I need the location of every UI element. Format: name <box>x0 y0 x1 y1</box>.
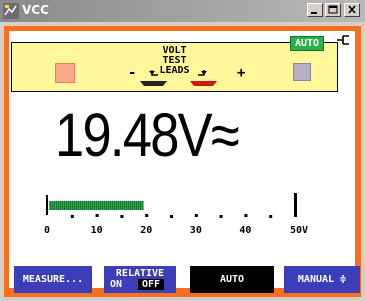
bar-fill-stripe <box>96 201 97 210</box>
bar-fill-stripe <box>80 201 81 210</box>
bar-fill-stripe <box>100 201 101 210</box>
bar-fill-stripe <box>114 201 115 210</box>
window-title: VCC <box>22 3 49 17</box>
relative-on-label: ON <box>110 279 123 290</box>
scale-label: 20 <box>140 225 153 236</box>
bar-fill-stripe <box>116 201 117 210</box>
reading-unit: V <box>177 101 213 169</box>
bar-fill-stripe <box>92 201 93 210</box>
maximize-button[interactable] <box>325 3 341 17</box>
softkey-bar: MEASURE... RELATIVE ON OFF AUTO MANUAL ≑ <box>14 266 360 293</box>
meter-display: VOLT TEST LEADS - + AUTO 19.48V≈ 0 10 20… <box>9 31 360 293</box>
scale-label: 10 <box>90 225 103 236</box>
bar-fill-stripe <box>64 201 65 210</box>
bar-fill-stripe <box>126 201 127 210</box>
bar-fill-stripe <box>122 201 123 210</box>
bar-fill-stripe <box>86 201 87 210</box>
bar-graph: 0 10 20 30 40 50V <box>43 191 323 236</box>
bar-fill-stripe <box>56 201 57 210</box>
relative-button[interactable]: RELATIVE ON OFF <box>104 266 176 293</box>
bar-fill-stripe <box>110 201 111 210</box>
bar-tick <box>170 215 173 218</box>
voltage-reading: 19.48V≈ <box>55 105 240 166</box>
ac-dc-symbol: ≈ <box>210 101 240 169</box>
bar-fill-stripe <box>98 201 99 210</box>
lead-arrows-icon <box>140 70 217 86</box>
bar-fill-stripe <box>108 201 109 210</box>
scale-label: 50V <box>290 225 309 236</box>
title-bar[interactable]: VCC <box>0 0 365 22</box>
bar-fill-stripe <box>70 201 71 210</box>
auto-range-badge: AUTO <box>290 36 324 51</box>
bar-fill-stripe <box>74 201 75 210</box>
bar-tick <box>244 214 248 217</box>
bar-fill-stripe <box>72 201 73 210</box>
bar-zero-marker <box>46 195 48 215</box>
close-button[interactable] <box>344 3 360 17</box>
bar-fill-stripe <box>88 201 89 210</box>
bar-fill-stripe <box>60 201 61 210</box>
bar-fill-stripe <box>62 201 63 210</box>
bar-fill-stripe <box>90 201 91 210</box>
bar-fill-stripe <box>106 201 107 210</box>
bar-fill-stripe <box>104 201 105 210</box>
bar-fill-stripe <box>84 201 85 210</box>
bar-tick <box>120 215 124 218</box>
bar-fill-stripe <box>118 201 119 210</box>
bar-fill-stripe <box>68 201 69 210</box>
bar-tick <box>269 215 273 218</box>
minimize-icon <box>311 12 317 14</box>
maximize-icon <box>328 5 338 14</box>
scale-label: 0 <box>44 225 51 236</box>
bar-graph-svg <box>46 193 297 218</box>
bar-tick <box>219 215 223 218</box>
meter-screen: VOLT TEST LEADS - + AUTO 19.48V≈ 0 10 20… <box>4 26 361 297</box>
relative-label: RELATIVE <box>115 268 165 279</box>
bar-fill-stripe <box>138 201 139 210</box>
relative-off-label: OFF <box>138 279 164 290</box>
bar-fill-stripe <box>76 201 77 210</box>
bar-fill-stripe <box>66 201 67 210</box>
power-plug-icon <box>337 35 349 45</box>
bar-fill-stripe <box>94 201 95 210</box>
bar-fill-stripe <box>124 201 125 210</box>
bar-fill-stripe <box>140 201 141 210</box>
manual-button[interactable]: MANUAL ≑ <box>284 266 360 293</box>
bar-tick <box>194 214 198 217</box>
reading-value: 19.48 <box>55 101 179 169</box>
bar-tick <box>70 215 74 218</box>
test-leads-panel: VOLT TEST LEADS - + <box>11 42 338 92</box>
bar-fill-stripe <box>120 201 121 210</box>
minus-sign: - <box>128 65 137 81</box>
app-icon <box>3 3 19 19</box>
bar-tick <box>95 214 99 217</box>
scale-label: 40 <box>239 225 252 236</box>
bar-fill-stripe <box>136 201 137 210</box>
bar-end-marker <box>294 193 297 217</box>
scale-label: 30 <box>189 225 202 236</box>
app-window: VCC VOLT TEST LEADS - + AUTO 19.48V≈ 0 1… <box>0 0 365 301</box>
bar-fill-stripe <box>50 201 51 210</box>
bar-fill-stripe <box>82 201 83 210</box>
bar-fill-stripe <box>112 201 113 210</box>
bar-fill-stripe <box>54 201 55 210</box>
auto-button[interactable]: AUTO <box>190 266 274 293</box>
bar-fill-stripe <box>128 201 129 210</box>
bar-fill-stripe <box>52 201 53 210</box>
bar-fill-stripe <box>102 201 103 210</box>
bar-fill-stripe <box>134 201 135 210</box>
plus-sign: + <box>237 65 246 81</box>
bar-fill-stripe <box>142 201 143 210</box>
close-icon <box>348 5 356 14</box>
bar-tick <box>145 214 149 217</box>
bar-fill-stripe <box>132 201 133 210</box>
bar-fill-stripe <box>130 201 131 210</box>
bar-fill-stripe <box>78 201 79 210</box>
bar-fill-stripe <box>58 201 59 210</box>
minimize-button[interactable] <box>307 3 323 17</box>
measure-button[interactable]: MEASURE... <box>14 266 92 293</box>
